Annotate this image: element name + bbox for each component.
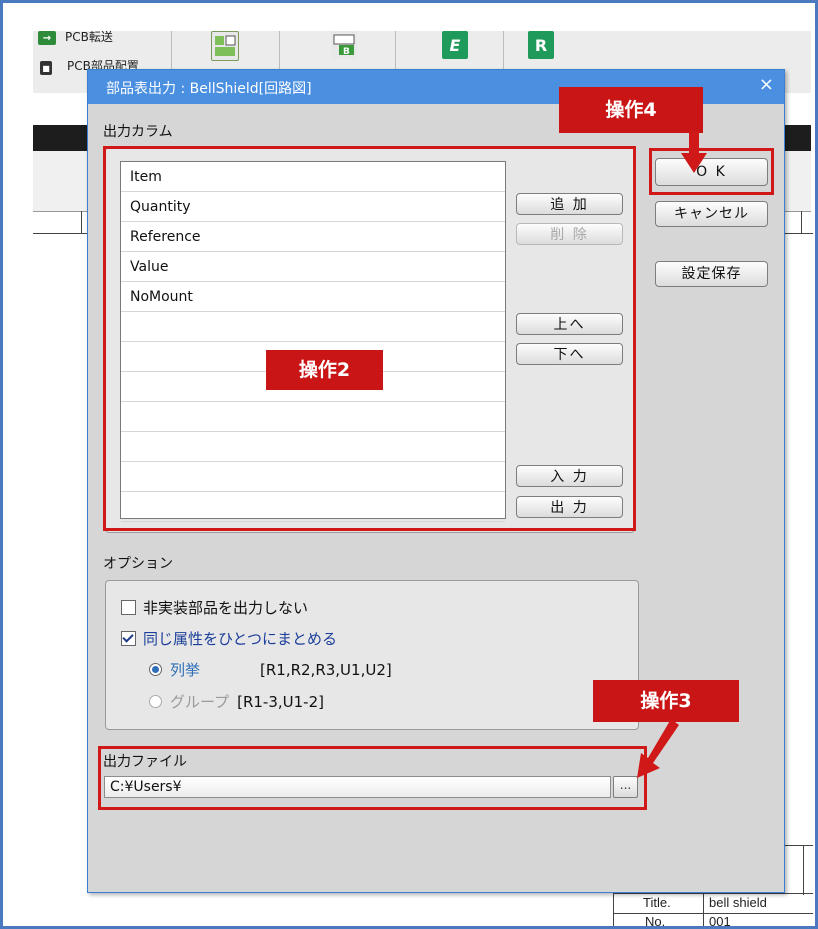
pcb-transfer-icon: → — [38, 31, 56, 45]
step4-tag: 操作4 — [559, 87, 703, 133]
title-key: Title. — [643, 895, 671, 910]
schematic-line — [33, 233, 87, 234]
number-value: 001 — [709, 914, 731, 929]
title-block-line — [703, 891, 704, 926]
group-radio[interactable] — [149, 695, 162, 708]
step2-highlight — [103, 146, 636, 531]
list-radio-example: [R1,R2,R3,U1,U2] — [260, 660, 392, 679]
dialog-title: 部品表出力 : BellShield[回路図] — [106, 81, 312, 97]
toolbar-separator — [503, 31, 504, 71]
save-settings-button[interactable]: 設定保存 — [655, 261, 768, 287]
schematic-line — [801, 211, 802, 233]
merge-same-option[interactable]: 同じ属性をひとつにまとめる — [121, 628, 337, 649]
no-mount-option[interactable]: 非実装部品を出力しない — [121, 597, 308, 618]
title-value: bell shield — [709, 895, 767, 910]
toolbar-separator — [395, 31, 396, 71]
schematic-line — [783, 233, 813, 234]
list-radio-label: 列挙 — [170, 661, 201, 679]
svg-text:B: B — [343, 47, 350, 56]
merge-same-label: 同じ属性をひとつにまとめる — [143, 630, 337, 648]
output-columns-label: 出力カラム — [103, 124, 173, 140]
component-b-icon[interactable]: B — [331, 31, 357, 59]
component-grid-icon[interactable] — [211, 31, 239, 61]
toolbar-label-pcb-transfer: PCB転送 — [65, 30, 113, 44]
toolbar-separator — [279, 31, 280, 71]
group-radio-label: グループ — [170, 693, 230, 711]
title-block-line — [613, 893, 813, 894]
schematic-line — [783, 845, 813, 846]
merge-same-checkbox[interactable] — [121, 631, 136, 646]
group-radio-option[interactable]: グループ [R1-3,U1-2] — [149, 691, 324, 712]
schematic-line — [803, 845, 804, 895]
step4-highlight — [649, 148, 774, 195]
group-radio-example: [R1-3,U1-2] — [237, 692, 324, 711]
number-key: No. — [645, 914, 666, 929]
no-mount-label: 非実装部品を出力しない — [143, 599, 309, 617]
step2-tag: 操作2 — [266, 350, 383, 390]
step3-tag: 操作3 — [593, 680, 739, 722]
cancel-button[interactable]: キャンセル — [655, 201, 768, 227]
close-icon[interactable]: × — [759, 74, 774, 95]
export-r-icon[interactable]: R — [528, 31, 554, 59]
title-block-line — [613, 891, 614, 926]
export-e-icon[interactable]: E — [442, 31, 468, 59]
options-label: オプション — [103, 556, 173, 572]
schematic-line — [81, 211, 82, 233]
toolbar-separator — [171, 31, 172, 71]
list-radio[interactable] — [149, 663, 162, 676]
screenshot-frame: → PCB転送 ■ PCB部品配置 B E R Title. bell shie… — [0, 0, 818, 929]
pcb-place-icon: ■ — [40, 61, 52, 75]
no-mount-checkbox[interactable] — [121, 600, 136, 615]
list-radio-option[interactable]: 列挙 [R1,R2,R3,U1,U2] — [149, 659, 392, 680]
step3-highlight — [98, 746, 647, 810]
